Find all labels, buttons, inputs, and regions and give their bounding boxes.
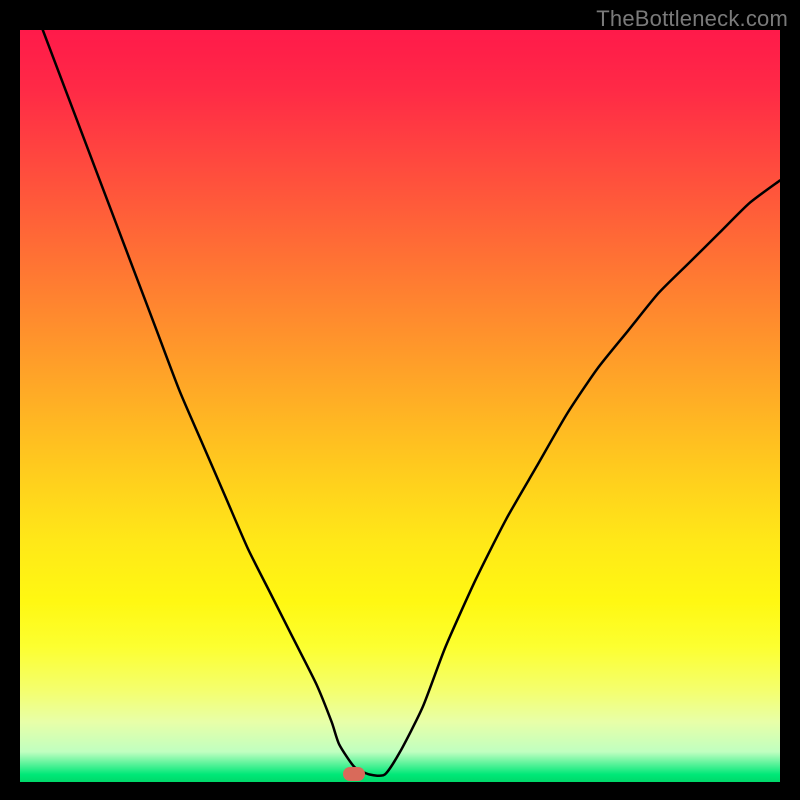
- minimum-marker: [343, 767, 365, 781]
- chart-container: TheBottleneck.com: [0, 0, 800, 800]
- watermark-text: TheBottleneck.com: [596, 6, 788, 32]
- plot-background: [20, 30, 780, 782]
